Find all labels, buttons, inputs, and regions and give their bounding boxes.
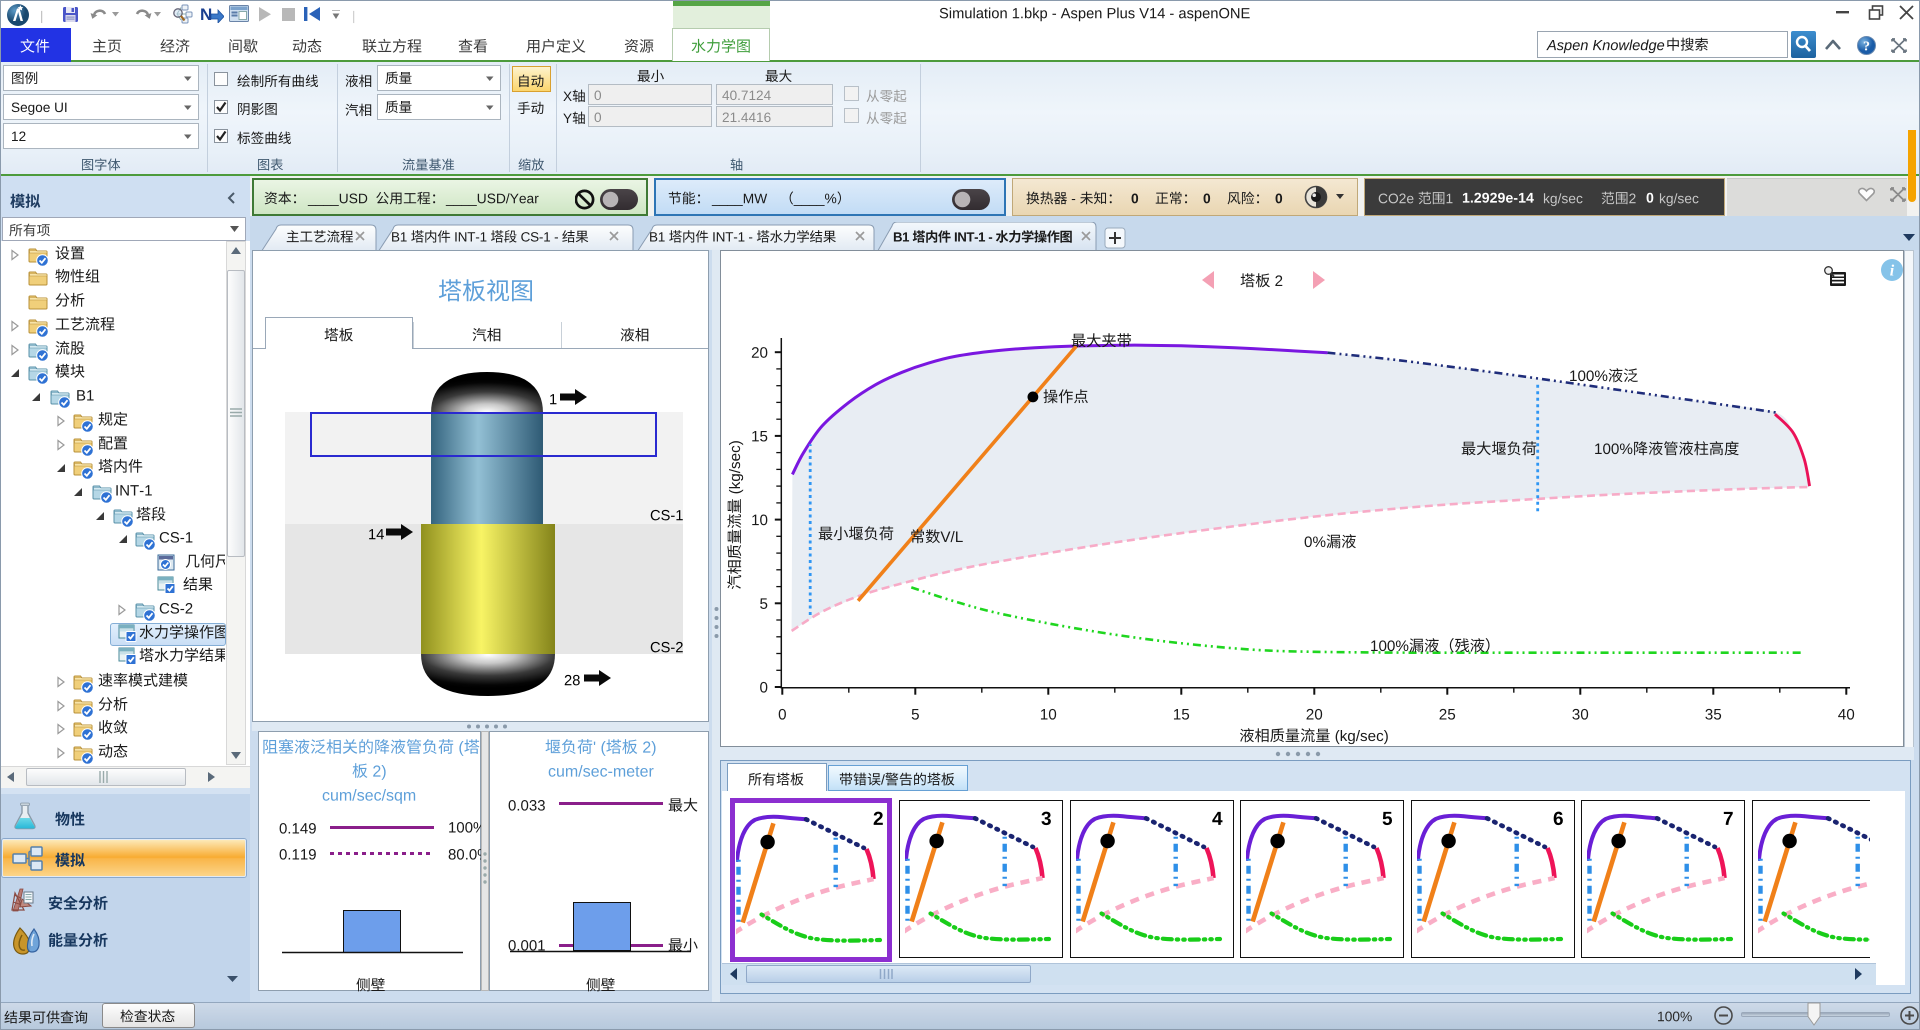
svg-text:N: N [200, 5, 212, 23]
svg-text:i: i [1890, 263, 1895, 280]
svg-text:?: ? [1863, 40, 1870, 55]
